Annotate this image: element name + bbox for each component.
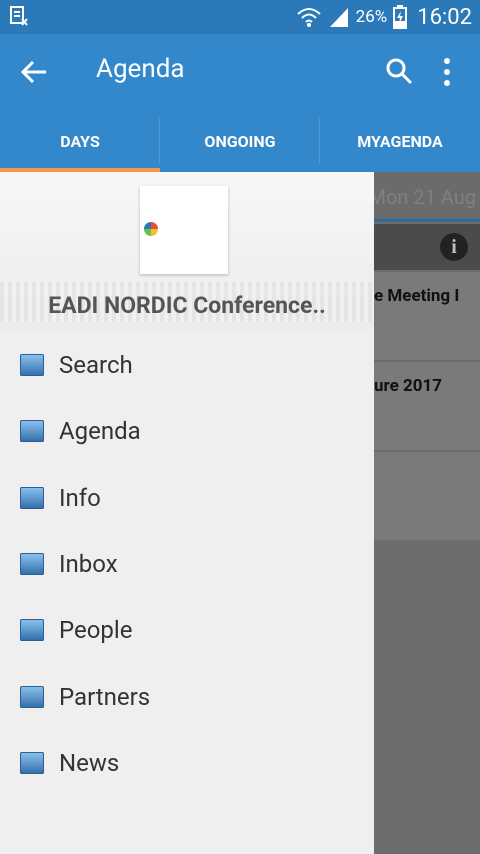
session-card[interactable]: e Meeting I: [374, 272, 480, 360]
drawer-item-label: People: [59, 616, 133, 645]
drawer-item-label: Inbox: [59, 550, 118, 579]
drawer-item-inbox[interactable]: Inbox: [0, 531, 374, 597]
drawer-menu: Search Agenda Info Inbox People Partners…: [0, 332, 374, 796]
drawer-item-label: Agenda: [59, 417, 141, 446]
drawer-item-label: Search: [59, 351, 133, 380]
tab-days[interactable]: DAYS: [0, 110, 160, 172]
logo-mark-icon: [144, 222, 158, 236]
people-icon: [20, 619, 44, 642]
tab-myagenda[interactable]: MYAGENDA: [320, 110, 480, 172]
partners-icon: [20, 685, 44, 708]
signal-icon: [329, 8, 348, 27]
inbox-icon: [20, 553, 44, 576]
tab-ongoing[interactable]: ONGOING: [160, 110, 320, 172]
notification-icon: [10, 6, 28, 26]
drawer-item-people[interactable]: People: [0, 597, 374, 663]
page-title: Agenda: [96, 54, 185, 84]
battery-percent: 26%: [355, 7, 388, 27]
day-header[interactable]: Mon 21 Aug: [374, 172, 480, 222]
conference-logo: [140, 186, 228, 274]
drawer-item-label: News: [59, 748, 120, 777]
drawer-header: EADI NORDIC Conference..: [0, 172, 374, 330]
wifi-icon: [296, 8, 321, 27]
search-icon[interactable]: [384, 56, 414, 86]
overflow-menu-icon[interactable]: [434, 56, 460, 88]
navigation-drawer: EADI NORDIC Conference.. Search Agenda I…: [0, 172, 374, 854]
clock: 16:02: [417, 4, 472, 30]
drawer-item-info[interactable]: Info: [0, 465, 374, 531]
tab-bar: DAYS ONGOING MYAGENDA: [0, 110, 480, 172]
conference-name: EADI NORDIC Conference..: [48, 292, 326, 319]
info-icon[interactable]: i: [440, 233, 468, 261]
drawer-item-search[interactable]: Search: [0, 332, 374, 398]
info-icon: [20, 486, 44, 509]
session-title: e Meeting I: [374, 286, 460, 306]
drawer-item-partners[interactable]: Partners: [0, 663, 374, 729]
app-bar: Agenda: [0, 34, 480, 110]
info-bar: i: [374, 224, 480, 270]
drawer-item-agenda[interactable]: Agenda: [0, 398, 374, 464]
news-icon: [20, 751, 44, 774]
drawer-item-label: Partners: [59, 682, 151, 711]
search-icon: [20, 354, 44, 377]
drawer-item-label: Info: [59, 483, 101, 512]
drawer-item-news[interactable]: News: [0, 730, 374, 796]
status-bar: 26% 16:02: [0, 0, 480, 34]
session-title: ure 2017: [374, 376, 443, 396]
back-arrow-icon[interactable]: [18, 56, 50, 88]
battery-charging-icon: [393, 5, 408, 29]
session-card[interactable]: [374, 452, 480, 540]
session-card[interactable]: ure 2017: [374, 362, 480, 450]
agenda-icon: [20, 420, 44, 443]
